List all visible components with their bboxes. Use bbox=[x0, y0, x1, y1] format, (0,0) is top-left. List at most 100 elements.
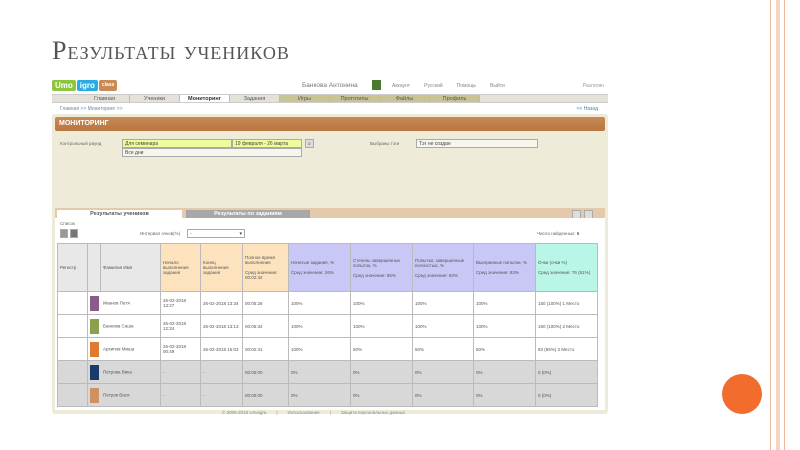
column-header[interactable]: Начало выполнения задания bbox=[160, 243, 201, 292]
column-header[interactable] bbox=[87, 243, 101, 292]
cell-end: 26-02-2018 15:03 bbox=[200, 337, 243, 361]
cell-end: - bbox=[200, 383, 243, 407]
register-cell bbox=[57, 291, 88, 315]
copyright: © 2006-2018 Umaigra bbox=[222, 410, 267, 415]
nav-files[interactable]: Файлы bbox=[380, 95, 430, 102]
user-avatar bbox=[372, 80, 381, 90]
table-row[interactable]: Банкова Саша 26-02-2018 12:24 26-02-2018 1… bbox=[57, 314, 598, 338]
logo-part: Umo bbox=[52, 80, 76, 91]
all-days-option[interactable]: Все дни bbox=[122, 148, 302, 157]
register-cell bbox=[57, 314, 88, 338]
interval-select[interactable]: - ▾ bbox=[187, 229, 245, 238]
cell-c1: 0% bbox=[288, 360, 351, 384]
column-header[interactable]: Выигранные попытки, % Сред значение: 83% bbox=[473, 243, 536, 292]
cell-c3: 0% bbox=[412, 360, 474, 384]
decor-line bbox=[784, 0, 785, 450]
results-table: Регистр Фамилия Имя Начало выполнения зада… bbox=[57, 243, 598, 407]
cell-start: 26-02-2018 13:27 bbox=[160, 291, 201, 315]
avatar bbox=[90, 295, 99, 311]
search-icon[interactable]: ⌕ bbox=[305, 139, 314, 148]
cell-score: 83 (55%) 3 Место bbox=[535, 337, 598, 361]
column-header[interactable]: Полное время выполнения Сред значение: 0… bbox=[242, 243, 289, 292]
avatar bbox=[90, 387, 99, 403]
cell-score: 0 (0%) bbox=[535, 360, 598, 384]
nav-games[interactable]: Игры bbox=[280, 95, 330, 102]
cell-c1: 100% bbox=[288, 337, 351, 361]
terms-link[interactable]: Использование bbox=[288, 410, 320, 415]
student-cell: Банкова Саша bbox=[87, 314, 161, 338]
cell-c2: 0% bbox=[350, 360, 413, 384]
cell-start: - bbox=[160, 383, 201, 407]
link-logout[interactable]: Выйти bbox=[490, 83, 505, 89]
nav-monitoring[interactable]: Мониторинг bbox=[180, 95, 230, 102]
back-link[interactable]: << Назад bbox=[576, 106, 598, 112]
column-header[interactable]: Попытки, завершенные полностью, % Сред з… bbox=[412, 243, 474, 292]
link-account[interactable]: Аккаунт bbox=[392, 83, 410, 89]
list-label: Список bbox=[60, 221, 75, 226]
cell-c4: 100% bbox=[473, 314, 536, 338]
register-cell bbox=[57, 337, 88, 361]
avatar bbox=[90, 341, 99, 357]
student-cell: Петрова Вика bbox=[87, 360, 161, 384]
link-help[interactable]: Помощь bbox=[457, 83, 476, 89]
nav-students[interactable]: Ученики bbox=[130, 95, 180, 102]
cell-start: - bbox=[160, 360, 201, 384]
link-language[interactable]: Русский bbox=[424, 83, 443, 89]
cell-c1: 0% bbox=[288, 383, 351, 407]
student-cell: Иванов Петя bbox=[87, 291, 161, 315]
cell-time: 00:00:00 bbox=[242, 383, 289, 407]
table-row[interactable]: Петров Вася - -00:00:00 0% 0% 0% 0% 0 (0%) bbox=[57, 383, 598, 407]
student-name[interactable]: Архипов Миша bbox=[103, 346, 134, 351]
monitoring-panel: МОНИТОРИНГ Контрольный раунд Для семинар… bbox=[52, 114, 608, 414]
cell-score: 150 (100%) 1 Место bbox=[535, 291, 598, 315]
column-header[interactable]: Регистр bbox=[57, 243, 88, 292]
breadcrumb[interactable]: Главная >> Мониторинг >> bbox=[60, 106, 123, 112]
cell-time: 00:05:34 bbox=[242, 314, 289, 338]
control-round-select[interactable]: Для семинара bbox=[122, 139, 232, 148]
logo[interactable]: Umo igro class bbox=[52, 80, 118, 91]
cell-c2: 100% bbox=[350, 291, 413, 315]
column-header[interactable]: Конец выполнения задания bbox=[200, 243, 243, 292]
control-round-label: Контрольный раунд bbox=[60, 141, 102, 146]
app-screenshot: Umo igro class Банкова Антонина Аккаунт … bbox=[52, 78, 608, 415]
cell-c1: 100% bbox=[288, 314, 351, 338]
tags-field[interactable]: Тэг не создан bbox=[416, 139, 538, 148]
avatar bbox=[90, 364, 99, 380]
table-row[interactable]: Иванов Петя 26-02-2018 13:27 26-02-2018 13… bbox=[57, 291, 598, 315]
cell-c4: 50% bbox=[473, 337, 536, 361]
register-cell bbox=[57, 360, 88, 384]
cell-end: 26-02-2018 13:34 bbox=[200, 291, 243, 315]
cell-c3: 100% bbox=[412, 314, 474, 338]
cell-c4: 100% bbox=[473, 291, 536, 315]
found-label: Число найденных: bbox=[537, 231, 576, 236]
cell-c4: 0% bbox=[473, 383, 536, 407]
decor-line bbox=[770, 0, 771, 450]
logout-button[interactable]: Разлогин bbox=[583, 83, 604, 89]
student-name[interactable]: Иванов Петя bbox=[103, 300, 130, 305]
nav-prototypes[interactable]: Прототипы bbox=[330, 95, 380, 102]
privacy-link[interactable]: Защита персональных данных bbox=[341, 410, 405, 415]
slide-title: Результаты учеников bbox=[52, 36, 290, 65]
nav-home[interactable]: Главная bbox=[80, 95, 130, 102]
chevron-down-icon: ▾ bbox=[239, 231, 242, 237]
decor-circle bbox=[722, 374, 762, 414]
main-nav: Главная Ученики Мониторинг Задания Игры … bbox=[52, 94, 608, 103]
column-header[interactable]: Очки (очки %) Сред значение: 76 (51%) bbox=[535, 243, 598, 292]
cell-c3: 100% bbox=[412, 291, 474, 315]
grid-view-icon[interactable] bbox=[60, 229, 68, 238]
nav-tasks[interactable]: Задания bbox=[230, 95, 280, 102]
table-row[interactable]: Архипов Миша 26-02-2018 00:49 26-02-2018 1… bbox=[57, 337, 598, 361]
student-name[interactable]: Банкова Саша bbox=[103, 323, 133, 328]
tags-label: Выбраны тэги bbox=[370, 141, 400, 146]
list-view-icon[interactable] bbox=[70, 229, 78, 238]
table-row[interactable]: Петрова Вика - -00:00:00 0% 0% 0% 0% 0 (0%) bbox=[57, 360, 598, 384]
student-name[interactable]: Петрова Вика bbox=[103, 369, 132, 374]
cell-end: - bbox=[200, 360, 243, 384]
column-header[interactable]: Начатые задания, % Сред значение: 26% bbox=[288, 243, 351, 292]
date-range-field[interactable]: 19 февраля - 26 марта bbox=[232, 139, 302, 148]
column-header[interactable]: Степень завершенных попыток, % Сред знач… bbox=[350, 243, 413, 292]
student-cell: Архипов Миша bbox=[87, 337, 161, 361]
column-header[interactable]: Фамилия Имя bbox=[100, 243, 161, 292]
student-name[interactable]: Петров Вася bbox=[103, 392, 130, 397]
nav-profile[interactable]: Профиль bbox=[430, 95, 480, 102]
